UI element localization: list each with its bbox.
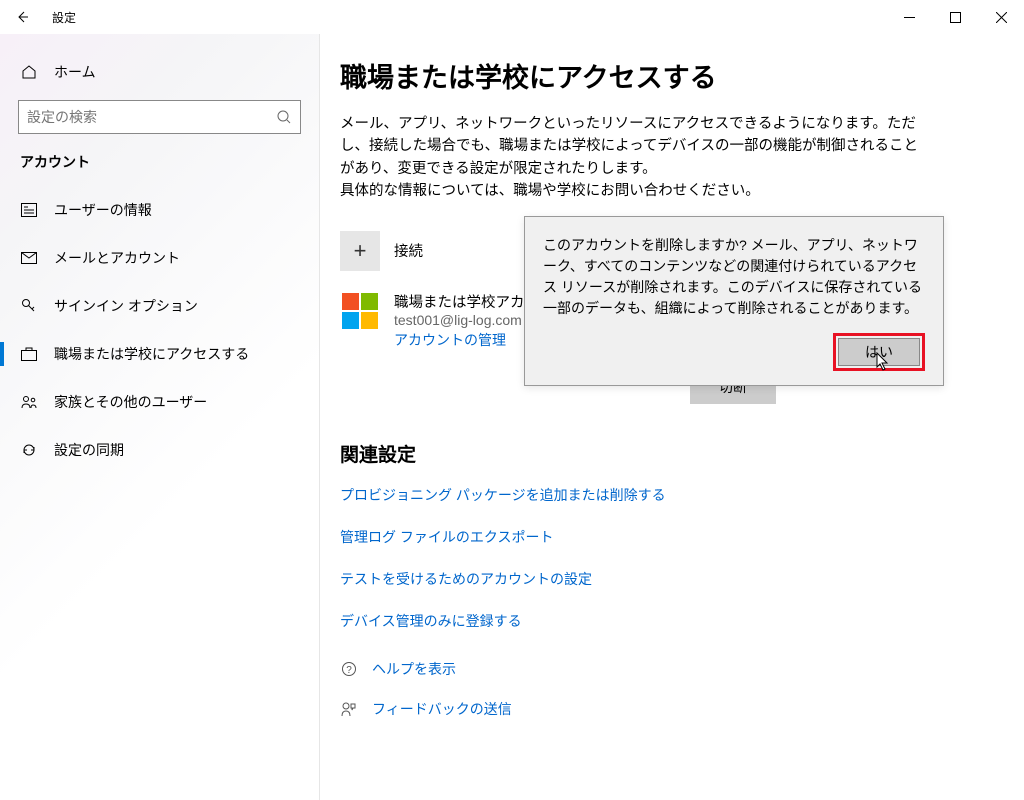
- confirm-dialog: このアカウントを削除しますか? メール、アプリ、ネットワーク、すべてのコンテンツ…: [524, 216, 944, 386]
- sidebar-item-user-info[interactable]: ユーザーの情報: [0, 186, 319, 234]
- minimize-button[interactable]: [886, 0, 932, 34]
- account-info: 職場または学校アカウ test001@lig-log.com アカウントの管理: [394, 291, 539, 350]
- yes-button[interactable]: はい: [838, 338, 920, 366]
- close-button[interactable]: [978, 0, 1024, 34]
- briefcase-icon: [20, 347, 38, 361]
- main-content: 職場または学校にアクセスする メール、アプリ、ネットワークといったリソースにアク…: [340, 56, 1000, 739]
- related-settings-title: 関連設定: [340, 440, 1000, 467]
- sidebar-item-label: 職場または学校にアクセスする: [54, 344, 249, 364]
- sidebar-item-family-users[interactable]: 家族とその他のユーザー: [0, 378, 319, 426]
- link-test-account[interactable]: テストを受けるためのアカウントの設定: [340, 569, 1000, 589]
- settings-window: 設定 ホーム アカウント ユーザーの情報: [0, 0, 1024, 800]
- link-export-log[interactable]: 管理ログ ファイルのエクスポート: [340, 527, 1000, 547]
- sidebar-item-label: メールとアカウント: [54, 248, 180, 268]
- help-row[interactable]: ? ヘルプを表示: [340, 659, 1000, 679]
- sidebar: ホーム アカウント ユーザーの情報 メールとアカウント サインイン オプション …: [0, 34, 320, 800]
- home-icon: [20, 64, 38, 80]
- sidebar-item-work-school[interactable]: 職場または学校にアクセスする: [0, 330, 319, 378]
- sidebar-item-label: サインイン オプション: [54, 296, 198, 316]
- microsoft-logo-icon: [340, 291, 380, 331]
- window-controls: [886, 0, 1024, 34]
- home-label: ホーム: [54, 62, 96, 82]
- maximize-button[interactable]: [932, 0, 978, 34]
- maximize-icon: [950, 12, 961, 23]
- sidebar-item-label: 設定の同期: [54, 440, 124, 460]
- window-title: 設定: [52, 9, 76, 26]
- minimize-icon: [904, 12, 915, 23]
- mail-icon: [20, 252, 38, 264]
- home-nav[interactable]: ホーム: [0, 52, 319, 92]
- help-label: ヘルプを表示: [372, 659, 456, 679]
- search-icon: [276, 109, 292, 125]
- people-icon: [20, 395, 38, 409]
- help-icon: ?: [340, 661, 358, 677]
- link-provisioning[interactable]: プロビジョニング パッケージを追加または削除する: [340, 485, 1000, 505]
- close-icon: [996, 12, 1007, 23]
- page-description: メール、アプリ、ネットワークといったリソースにアクセスできるようになります。ただ…: [340, 113, 920, 203]
- feedback-label: フィードバックの送信: [372, 699, 512, 719]
- sidebar-item-label: 家族とその他のユーザー: [54, 392, 207, 412]
- user-id-icon: [20, 203, 38, 217]
- feedback-icon: [340, 701, 358, 717]
- sidebar-item-signin-options[interactable]: サインイン オプション: [0, 282, 319, 330]
- account-name: 職場または学校アカウ: [394, 291, 539, 312]
- feedback-row[interactable]: フィードバックの送信: [340, 699, 1000, 719]
- account-email: test001@lig-log.com: [394, 312, 539, 328]
- back-button[interactable]: [0, 0, 44, 34]
- highlight-box: はい: [833, 333, 925, 371]
- manage-account-link[interactable]: アカウントの管理: [394, 330, 539, 350]
- search-input[interactable]: [27, 109, 276, 125]
- dialog-text: このアカウントを削除しますか? メール、アプリ、ネットワーク、すべてのコンテンツ…: [543, 235, 925, 319]
- connect-label: 接続: [394, 240, 423, 261]
- sync-icon: [20, 442, 38, 458]
- plus-icon: +: [354, 238, 367, 264]
- sidebar-item-label: ユーザーの情報: [54, 200, 152, 220]
- arrow-left-icon: [14, 9, 30, 25]
- link-device-mgmt[interactable]: デバイス管理のみに登録する: [340, 611, 1000, 631]
- page-title: 職場または学校にアクセスする: [340, 56, 1000, 95]
- search-box[interactable]: [18, 100, 301, 134]
- sidebar-item-email-accounts[interactable]: メールとアカウント: [0, 234, 319, 282]
- key-icon: [20, 298, 38, 314]
- dialog-actions: はい: [543, 333, 925, 371]
- connect-tile[interactable]: +: [340, 231, 380, 271]
- section-title: アカウント: [0, 152, 319, 186]
- titlebar: 設定: [0, 0, 1024, 34]
- svg-text:?: ?: [346, 665, 352, 676]
- sidebar-item-sync[interactable]: 設定の同期: [0, 426, 319, 474]
